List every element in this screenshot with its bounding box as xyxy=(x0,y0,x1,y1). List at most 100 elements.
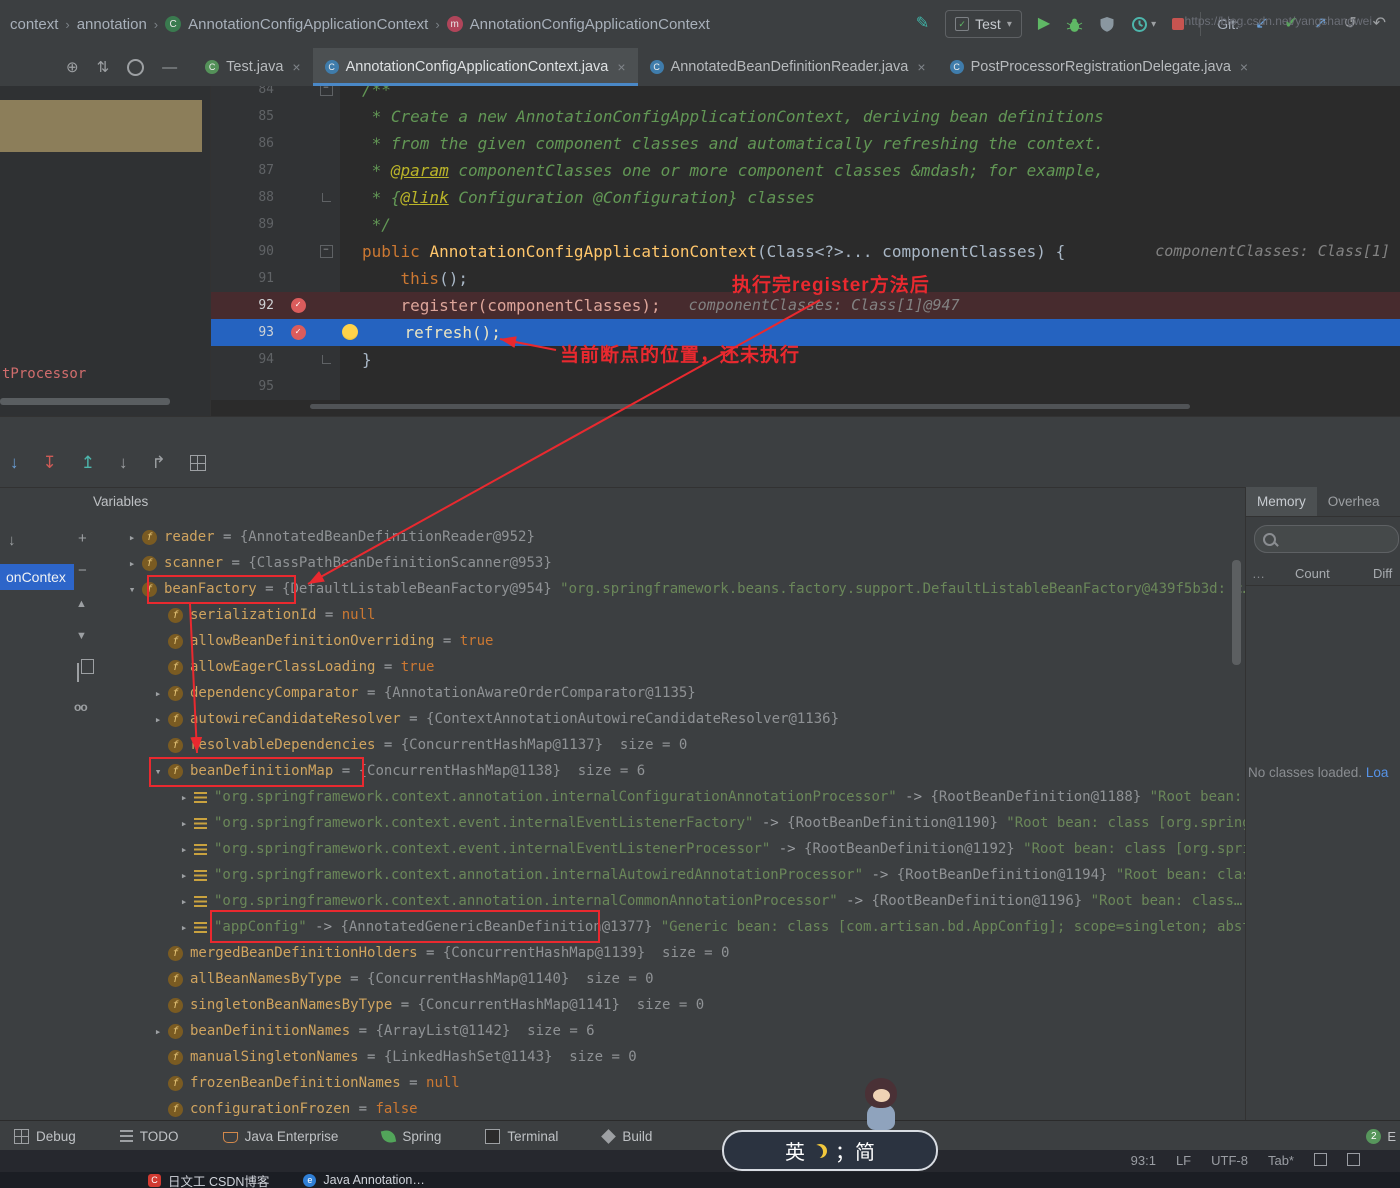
tree-toggle-icon[interactable]: ▸ xyxy=(174,869,194,882)
close-icon[interactable]: × xyxy=(617,59,625,75)
editor-tab[interactable]: CTest.java× xyxy=(193,48,312,86)
taskbar-item[interactable]: C日文工 CSDN博客 xyxy=(148,1171,269,1188)
variable-row[interactable]: fallBeanNamesByType = {ConcurrentHashMap… xyxy=(0,966,1245,992)
breakpoint-slot[interactable] xyxy=(284,265,312,292)
git-revert-icon[interactable]: ↶ xyxy=(1373,16,1386,32)
variable-row[interactable]: ▸"org.springframework.context.annotation… xyxy=(0,784,1245,810)
tree-toggle-icon[interactable]: ▸ xyxy=(174,895,194,908)
tree-toggle-icon[interactable]: ▸ xyxy=(148,687,168,700)
tool-window-button-spring[interactable]: Spring xyxy=(382,1129,441,1144)
close-icon[interactable]: × xyxy=(292,59,300,75)
tree-toggle-icon[interactable]: ▾ xyxy=(148,765,168,778)
variable-row[interactable]: fserializationId = null xyxy=(0,602,1245,628)
tree-toggle-icon[interactable]: ▸ xyxy=(148,1025,168,1038)
variable-row[interactable]: ▸fbeanDefinitionNames = {ArrayList@1142}… xyxy=(0,1018,1245,1044)
tool-window-button-java-enterprise[interactable]: Java Enterprise xyxy=(223,1129,339,1144)
breakpoint-slot[interactable] xyxy=(284,157,312,184)
editor-tab[interactable]: CPostProcessorRegistrationDelegate.java× xyxy=(938,48,1261,86)
breakpoint-slot[interactable] xyxy=(284,103,312,130)
lock-icon[interactable] xyxy=(1314,1153,1327,1166)
remove-watch-button[interactable]: − xyxy=(78,562,87,579)
tree-toggle-icon[interactable]: ▸ xyxy=(174,791,194,804)
close-icon[interactable]: × xyxy=(1240,59,1248,75)
tree-toggle-icon[interactable]: ▾ xyxy=(122,583,142,596)
variable-row[interactable]: ffrozenBeanDefinitionNames = null xyxy=(0,1070,1245,1096)
move-up-button[interactable]: ▲ xyxy=(76,598,87,610)
stop-button[interactable] xyxy=(1172,18,1184,30)
breadcrumb-item[interactable]: AnnotationConfigApplicationContext xyxy=(470,16,710,33)
breakpoint-slot[interactable] xyxy=(284,184,312,211)
collapse-icon[interactable]: ⇅ xyxy=(97,58,110,76)
edit-config-pencil-icon[interactable]: ✎ xyxy=(916,16,929,32)
tool-window-button-debug[interactable]: Debug xyxy=(14,1129,76,1144)
breakpoint-slot[interactable] xyxy=(284,346,312,373)
layout-icon[interactable] xyxy=(1347,1153,1360,1166)
breakpoint-slot[interactable]: ✓ xyxy=(284,319,312,346)
debug-step-icon-2[interactable]: ↧ xyxy=(43,453,57,473)
breadcrumb-item[interactable]: context xyxy=(10,16,58,33)
breakpoint-slot[interactable] xyxy=(284,130,312,157)
add-watch-button[interactable]: + xyxy=(78,530,87,547)
load-classes-link[interactable]: Loa xyxy=(1366,765,1389,780)
line-separator-indicator[interactable]: LF xyxy=(1176,1153,1191,1168)
variable-row[interactable]: fmergedBeanDefinitionHolders = {Concurre… xyxy=(0,940,1245,966)
variable-row[interactable]: fmanualSingletonNames = {LinkedHashSet@1… xyxy=(0,1044,1245,1070)
memory-search-input[interactable] xyxy=(1254,525,1399,553)
debug-step-icon-3[interactable]: ↥ xyxy=(81,453,95,473)
profiler-icon[interactable] xyxy=(1131,16,1148,33)
tab-memory[interactable]: Memory xyxy=(1246,487,1317,516)
encoding-indicator[interactable]: UTF-8 xyxy=(1211,1153,1248,1168)
tool-window-button-build[interactable]: Build xyxy=(602,1129,652,1144)
variable-row[interactable]: ▾fbeanFactory = {DefaultListableBeanFact… xyxy=(0,576,1245,602)
breakpoint-slot[interactable] xyxy=(284,211,312,238)
variable-row[interactable]: ▸"appConfig" -> {AnnotatedGenericBeanDef… xyxy=(0,914,1245,940)
navigate-to-source-icon[interactable]: ⊕ xyxy=(66,58,79,76)
variable-row[interactable]: fsingletonBeanNamesByType = {ConcurrentH… xyxy=(0,992,1245,1018)
coverage-shield-icon[interactable] xyxy=(1099,16,1115,33)
taskbar-item[interactable]: eJava Annotation… xyxy=(303,1173,424,1187)
variable-row[interactable]: ▸"org.springframework.context.annotation… xyxy=(0,862,1245,888)
run-configuration-select[interactable]: ✓ Test ▾ xyxy=(945,10,1022,38)
debug-bug-icon[interactable] xyxy=(1066,16,1083,33)
memory-sort-dots[interactable]: … xyxy=(1252,566,1265,581)
variable-row[interactable]: fconfigurationFrozen = false xyxy=(0,1096,1245,1120)
move-down-button[interactable]: ▼ xyxy=(76,630,87,642)
variable-row[interactable]: ▸"org.springframework.context.annotation… xyxy=(0,888,1245,914)
selected-frame-fragment[interactable]: onContex xyxy=(0,564,74,590)
hide-icon[interactable]: — xyxy=(162,59,177,76)
fold-icon[interactable]: − xyxy=(320,86,333,96)
fold-icon[interactable]: − xyxy=(320,245,333,258)
breakpoint-slot[interactable] xyxy=(284,86,312,103)
tree-toggle-icon[interactable]: ▸ xyxy=(148,713,168,726)
debug-step-icon-1[interactable]: ↓ xyxy=(10,453,19,473)
tool-window-button-todo[interactable]: TODO xyxy=(120,1129,179,1144)
indent-indicator[interactable]: Tab* xyxy=(1268,1153,1294,1168)
breakpoint-slot[interactable]: ✓ xyxy=(284,292,312,319)
debug-step-icon-5[interactable]: ↱ xyxy=(152,453,166,473)
variables-scrollbar[interactable] xyxy=(1232,560,1241,665)
notifications[interactable]: 2 E xyxy=(1366,1121,1396,1151)
variable-row[interactable]: ▾fbeanDefinitionMap = {ConcurrentHashMap… xyxy=(0,758,1245,784)
view-as-table-icon[interactable] xyxy=(190,455,206,471)
variable-row[interactable]: ▸freader = {AnnotatedBeanDefinitionReade… xyxy=(0,524,1245,550)
breadcrumb-item[interactable]: AnnotationConfigApplicationContext xyxy=(188,16,428,33)
variable-row[interactable]: ▸"org.springframework.context.event.inte… xyxy=(0,836,1245,862)
caret-position[interactable]: 93:1 xyxy=(1131,1153,1156,1168)
editor-horizontal-scrollbar[interactable] xyxy=(310,404,1190,409)
tree-toggle-icon[interactable]: ▸ xyxy=(122,531,142,544)
tree-toggle-icon[interactable]: ▸ xyxy=(174,817,194,830)
breadcrumb-item[interactable]: annotation xyxy=(77,16,147,33)
gear-icon[interactable] xyxy=(127,59,144,76)
watches-glasses-icon[interactable]: oo xyxy=(74,700,87,714)
tab-overhead[interactable]: Overhea xyxy=(1317,487,1391,516)
tree-toggle-icon[interactable]: ▸ xyxy=(174,843,194,856)
breakpoint-slot[interactable] xyxy=(284,373,312,400)
editor-tab[interactable]: CAnnotatedBeanDefinitionReader.java× xyxy=(638,48,938,86)
variable-row[interactable]: ▸fdependencyComparator = {AnnotationAwar… xyxy=(0,680,1245,706)
tool-window-button-terminal[interactable]: Terminal xyxy=(485,1129,558,1144)
tree-toggle-icon[interactable]: ▸ xyxy=(174,921,194,934)
variable-row[interactable]: fallowBeanDefinitionOverriding = true xyxy=(0,628,1245,654)
chevron-down-icon[interactable]: ▾ xyxy=(1151,19,1156,30)
fold-end-icon[interactable] xyxy=(322,355,331,364)
pin-arrow-icon[interactable]: ↓ xyxy=(8,532,16,549)
